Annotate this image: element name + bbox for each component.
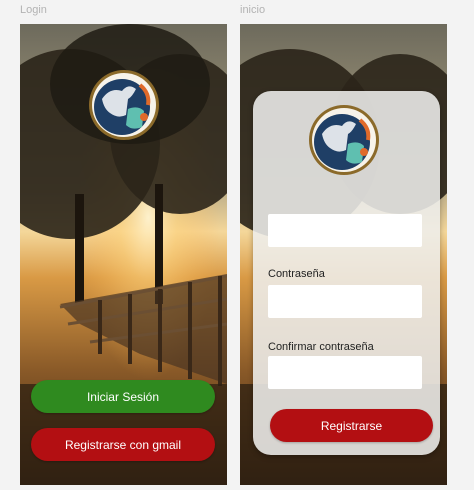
confirm-password-field[interactable] <box>268 356 422 389</box>
farm-logo-icon <box>89 70 159 140</box>
register-screen: Contraseña Confirmar contraseña Registra… <box>240 24 447 485</box>
login-button[interactable]: Iniciar Sesión <box>31 380 215 413</box>
register-button[interactable]: Registrarse <box>270 409 433 442</box>
confirm-password-label: Confirmar contraseña <box>268 341 374 353</box>
login-frame-label: Login <box>20 4 47 16</box>
register-gmail-button[interactable]: Registrarse con gmail <box>31 428 215 461</box>
password-field[interactable] <box>268 285 422 318</box>
register-card: Contraseña Confirmar contraseña Registra… <box>253 91 440 455</box>
password-label: Contraseña <box>268 268 325 280</box>
login-screen: Iniciar Sesión Registrarse con gmail <box>20 24 227 485</box>
farm-logo-icon <box>309 105 379 175</box>
inicio-frame-label: inicio <box>240 4 266 16</box>
username-field[interactable] <box>268 214 422 247</box>
